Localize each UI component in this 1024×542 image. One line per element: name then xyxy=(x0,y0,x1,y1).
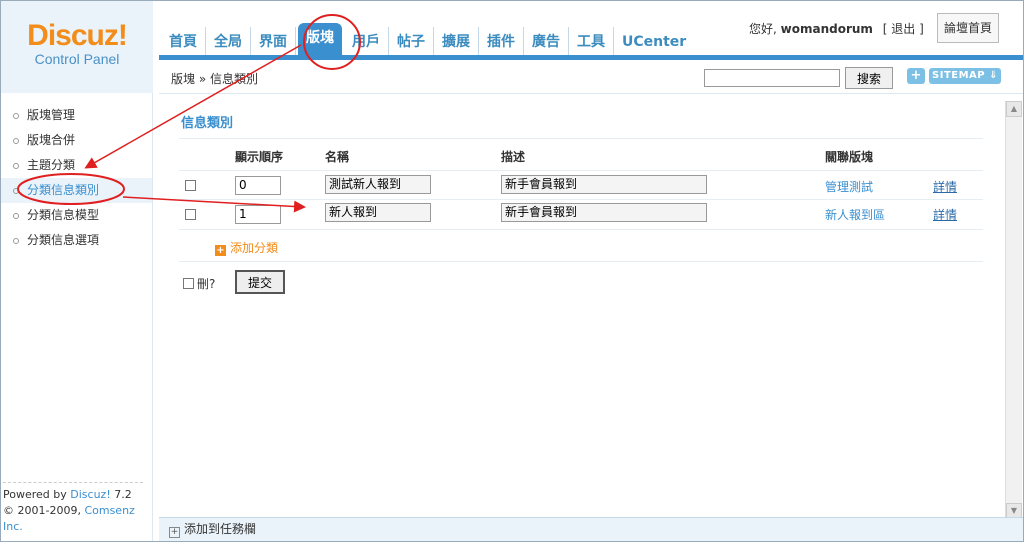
forum-link[interactable]: 新人報到區 xyxy=(825,206,885,223)
add-category-label: 添加分類 xyxy=(230,241,279,255)
tab-forums[interactable]: 版塊 xyxy=(298,23,342,57)
detail-link[interactable]: 詳情 xyxy=(933,206,957,223)
sidebar-item-info-categories[interactable]: 分類信息類別 xyxy=(1,178,152,203)
sidebar-menu: 版塊管理 版塊合併 主題分類 分類信息類別 分類信息模型 分類信息選項 xyxy=(1,103,152,253)
header: Discuz! Control Panel 首頁 全局 界面 版塊 用戶 帖子 … xyxy=(1,1,1023,93)
column-header-forums: 關聯版塊 xyxy=(825,150,874,164)
row-checkbox[interactable] xyxy=(185,209,196,220)
order-input[interactable]: 0 xyxy=(235,176,281,195)
main-content: 信息類別 顯示順序 名稱 描述 關聯版塊 0 測試新人報到 新手會員報到 管理測… xyxy=(159,94,1005,518)
add-category-link[interactable]: + 添加分類 xyxy=(215,239,278,256)
column-header-name: 名稱 xyxy=(325,150,350,164)
sidebar-item-label: 版塊管理 xyxy=(27,108,76,122)
tab-posts[interactable]: 帖子 xyxy=(389,27,434,57)
name-input[interactable]: 測試新人報到 xyxy=(325,175,431,194)
tab-interface[interactable]: 界面 xyxy=(251,27,296,57)
row-checkbox[interactable] xyxy=(185,180,196,191)
table-row: 0 測試新人報到 新手會員報到 管理測試 詳情 xyxy=(179,170,983,200)
copyright-text: © 2001-2009, xyxy=(3,504,85,517)
section-title: 信息類別 xyxy=(181,116,234,131)
bullet-icon xyxy=(13,162,19,169)
column-header-description: 描述 xyxy=(501,150,526,164)
divider xyxy=(179,138,983,139)
description-input[interactable]: 新手會員報到 xyxy=(501,203,707,222)
sidebar-item-forum-manage[interactable]: 版塊管理 xyxy=(1,103,152,128)
sidebar-item-info-models[interactable]: 分類信息模型 xyxy=(1,203,152,228)
logo-subtitle: Control Panel xyxy=(34,51,120,67)
search-input[interactable] xyxy=(704,69,840,87)
breadcrumb: 版塊 » 信息類別 xyxy=(171,72,258,86)
logo[interactable]: Discuz! Control Panel xyxy=(1,1,153,93)
forum-home-button[interactable]: 論壇首頁 xyxy=(937,13,999,43)
tab-ads[interactable]: 廣告 xyxy=(524,27,569,57)
top-nav: 首頁 全局 界面 版塊 用戶 帖子 擴展 插件 廣告 工具 UCenter xyxy=(161,23,694,57)
submit-button[interactable]: 提交 xyxy=(235,270,285,294)
tab-global[interactable]: 全局 xyxy=(206,27,251,57)
bullet-icon xyxy=(13,137,19,144)
tab-home[interactable]: 首頁 xyxy=(161,27,206,57)
taskbar-footer: + 添加到任務欄 xyxy=(159,517,1023,541)
order-input[interactable]: 1 xyxy=(235,205,281,224)
bullet-icon xyxy=(13,187,19,194)
scroll-up-icon[interactable]: ▲ xyxy=(1006,101,1022,117)
plus-icon: + xyxy=(215,245,226,256)
username: womandorum xyxy=(780,22,873,36)
sidebar-item-label: 分類信息模型 xyxy=(27,208,100,222)
sidebar-item-label: 主題分類 xyxy=(27,158,76,172)
delete-label: 刪? xyxy=(197,277,216,291)
vertical-scrollbar[interactable]: ▲ ▼ xyxy=(1005,101,1022,519)
forum-link[interactable]: 管理測試 xyxy=(825,178,873,195)
bullet-icon xyxy=(13,237,19,244)
search-button[interactable]: 搜索 xyxy=(845,67,893,89)
divider xyxy=(179,261,983,262)
detail-link[interactable]: 詳情 xyxy=(933,178,957,195)
tab-users[interactable]: 用戶 xyxy=(344,27,389,57)
tab-plugins[interactable]: 插件 xyxy=(479,27,524,57)
description-input[interactable]: 新手會員報到 xyxy=(501,175,707,194)
add-to-taskbar-link[interactable]: 添加到任務欄 xyxy=(184,522,256,536)
sidebar-item-forum-merge[interactable]: 版塊合併 xyxy=(1,128,152,153)
breadcrumb-bar: 版塊 » 信息類別 搜索 + SITEMAP ⇓ xyxy=(159,60,1023,94)
sidebar-item-thread-types[interactable]: 主題分類 xyxy=(1,153,152,178)
powered-by: Powered by Discuz! 7.2 © 2001-2009, Coms… xyxy=(3,482,143,535)
sidebar: 版塊管理 版塊合併 主題分類 分類信息類別 分類信息模型 分類信息選項 Powe… xyxy=(1,93,153,541)
sitemap-button[interactable]: SITEMAP ⇓ xyxy=(929,68,1001,84)
greeting: 您好, xyxy=(749,22,777,36)
discuz-link[interactable]: Discuz! xyxy=(70,488,110,501)
add-shortcut-button[interactable]: + xyxy=(907,68,925,84)
name-input[interactable]: 新人報到 xyxy=(325,203,431,222)
column-header-order: 顯示順序 xyxy=(235,150,284,164)
table-row: 1 新人報到 新手會員報到 新人報到區 詳情 xyxy=(179,200,983,230)
sidebar-item-label: 分類信息類別 xyxy=(27,183,100,197)
user-info: 您好, womandorum [ 退出 ] xyxy=(749,20,924,37)
bullet-icon xyxy=(13,112,19,119)
sidebar-item-label: 版塊合併 xyxy=(27,133,76,147)
logout-link[interactable]: [ 退出 ] xyxy=(883,22,924,36)
version-text: 7.2 xyxy=(110,488,132,501)
delete-checkbox[interactable] xyxy=(183,278,194,289)
tab-ucenter[interactable]: UCenter xyxy=(614,27,694,57)
bullet-icon xyxy=(13,212,19,219)
delete-toggle[interactable]: 刪? xyxy=(183,275,215,292)
sidebar-item-label: 分類信息選項 xyxy=(27,233,100,247)
sidebar-item-info-options[interactable]: 分類信息選項 xyxy=(1,228,152,253)
logo-text: Discuz! xyxy=(27,19,128,52)
powered-text: Powered by xyxy=(3,488,71,501)
tab-tools[interactable]: 工具 xyxy=(569,27,614,57)
plus-box-icon: + xyxy=(169,527,180,538)
tab-extensions[interactable]: 擴展 xyxy=(434,27,479,57)
